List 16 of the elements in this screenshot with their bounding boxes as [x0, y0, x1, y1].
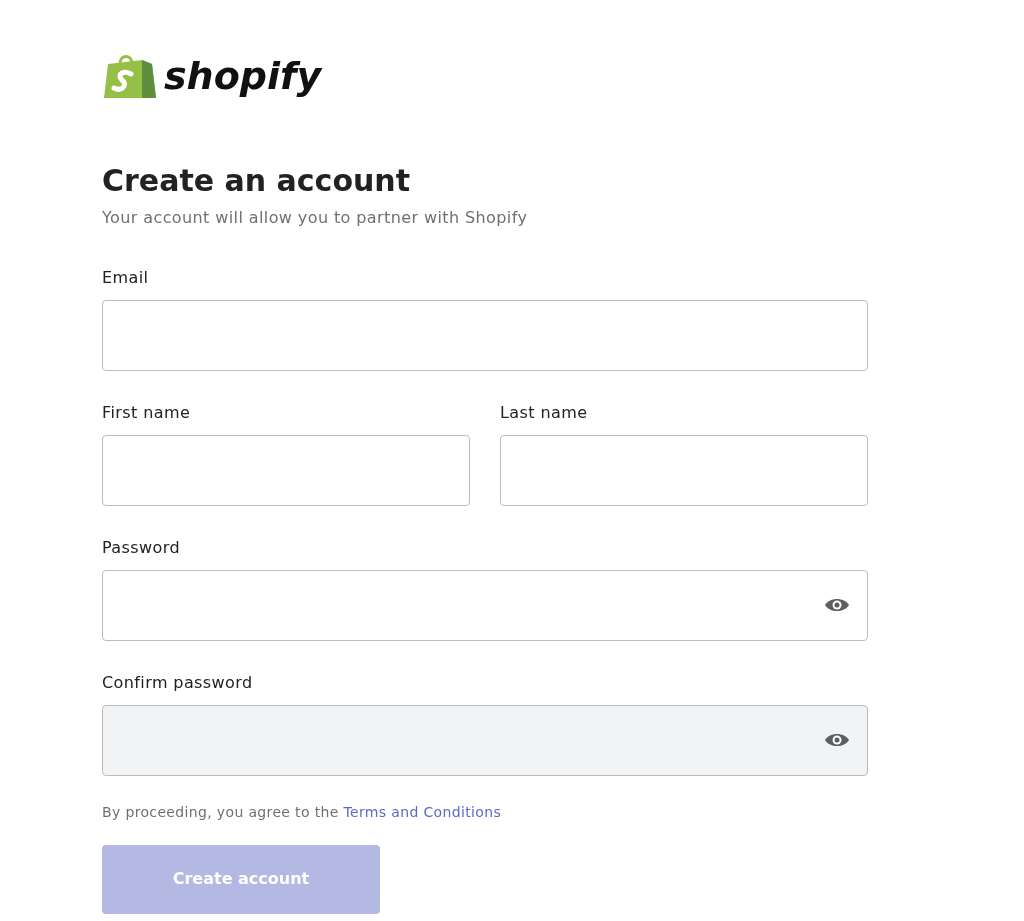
- terms-notice: By proceeding, you agree to the Terms and Conditions: [102, 802, 503, 822]
- page-title: Create an account: [102, 162, 412, 200]
- field-label: Confirm password: [102, 671, 254, 694]
- terms-link[interactable]: Terms and Conditions: [343, 803, 502, 820]
- field-label: Last name: [500, 401, 589, 424]
- field-label: Email: [102, 266, 150, 289]
- input-field[interactable]: [102, 434, 470, 506]
- field-label: Password: [102, 536, 181, 559]
- logo-wordmark: shopify: [164, 57, 322, 95]
- input-field[interactable]: [500, 434, 868, 506]
- page-subtitle: Your account will allow you to partner with Shopify: [102, 206, 529, 229]
- password-field[interactable]: [102, 569, 868, 641]
- input-field[interactable]: [102, 299, 868, 371]
- eye-icon[interactable]: [823, 596, 851, 614]
- field-label: First name: [102, 401, 192, 424]
- shopping-bag-icon: [102, 52, 158, 100]
